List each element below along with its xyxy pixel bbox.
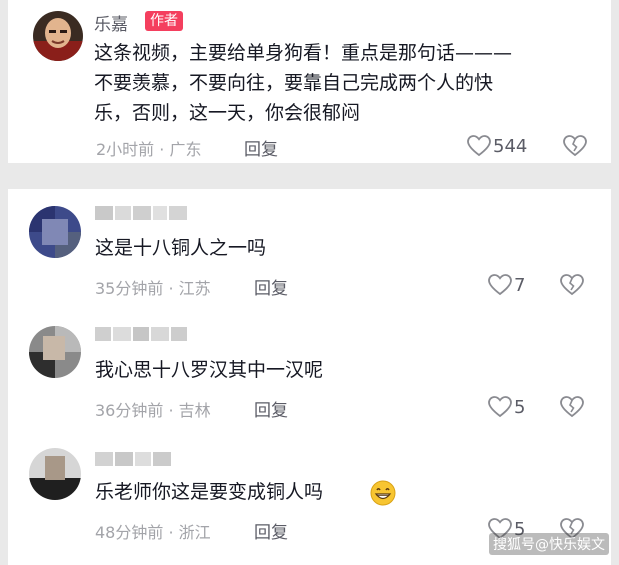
comment-list-card: 这是十八铜人之一吗 35分钟前 · 江苏 回复 7 我心思十八罗汉其中一汉呢 3…: [8, 189, 611, 565]
comment-text: 乐老师你这是要变成铜人吗: [95, 481, 324, 503]
user-avatar[interactable]: [29, 326, 81, 378]
comment-meta: 35分钟前 · 江苏: [95, 279, 211, 298]
user-avatar[interactable]: [29, 206, 81, 258]
reply-button[interactable]: 回复: [254, 274, 288, 299]
broken-heart-icon: [560, 274, 584, 296]
heart-outline-icon: [488, 274, 512, 296]
reply-button[interactable]: 回复: [244, 135, 278, 160]
blurred-username[interactable]: [95, 205, 189, 220]
dislike-button[interactable]: [563, 135, 587, 161]
author-comment-text: 这条视频，主要给单身狗看！重点是那句话——— 不要羡慕，不要向往，要靠自己完成两…: [94, 38, 512, 128]
author-comment-card: 乐嘉 作者 这条视频，主要给单身狗看！重点是那句话——— 不要羡慕，不要向往，要…: [8, 0, 611, 163]
comment-line: 这条视频，主要给单身狗看！重点是那句话———: [94, 42, 513, 64]
comment-meta: 2小时前 · 广东: [96, 140, 202, 159]
like-button[interactable]: 7: [488, 274, 525, 296]
watermark: 搜狐号@快乐娱文: [489, 533, 609, 555]
broken-heart-icon: [563, 135, 587, 157]
author-name[interactable]: 乐嘉: [94, 10, 128, 35]
reply-button[interactable]: 回复: [254, 518, 288, 543]
reply-button[interactable]: 回复: [254, 396, 288, 421]
blurred-avatar-image: [29, 448, 81, 500]
heart-outline-icon: [488, 396, 512, 418]
blurred-username[interactable]: [95, 326, 189, 341]
user-avatar[interactable]: [29, 448, 81, 500]
comment-meta: 36分钟前 · 吉林: [95, 401, 211, 420]
author-avatar-image: [33, 11, 83, 61]
comment-text: 这是十八铜人之一吗: [95, 237, 267, 259]
grinning-face-emoji: [370, 480, 396, 506]
dislike-button[interactable]: [560, 396, 584, 422]
like-button[interactable]: 544: [467, 135, 527, 157]
author-badge: 作者: [145, 11, 183, 31]
broken-heart-icon: [560, 396, 584, 418]
dislike-button[interactable]: [560, 274, 584, 300]
like-count: 5: [514, 396, 526, 418]
comment-line: 不要羡慕，不要向往，要靠自己完成两个人的快: [94, 72, 494, 94]
heart-outline-icon: [467, 135, 491, 157]
like-button[interactable]: 5: [488, 396, 525, 418]
comment-text: 我心思十八罗汉其中一汉呢: [95, 359, 324, 381]
blurred-avatar-image: [29, 326, 81, 378]
blurred-username[interactable]: [95, 451, 173, 466]
blurred-avatar-image: [29, 206, 81, 258]
like-count: 7: [514, 274, 526, 296]
author-avatar[interactable]: [33, 11, 83, 61]
comment-meta: 48分钟前 · 浙江: [95, 523, 211, 542]
comment-line: 乐，否则，这一天，你会很郁闷: [94, 102, 361, 124]
like-count: 544: [493, 135, 528, 157]
